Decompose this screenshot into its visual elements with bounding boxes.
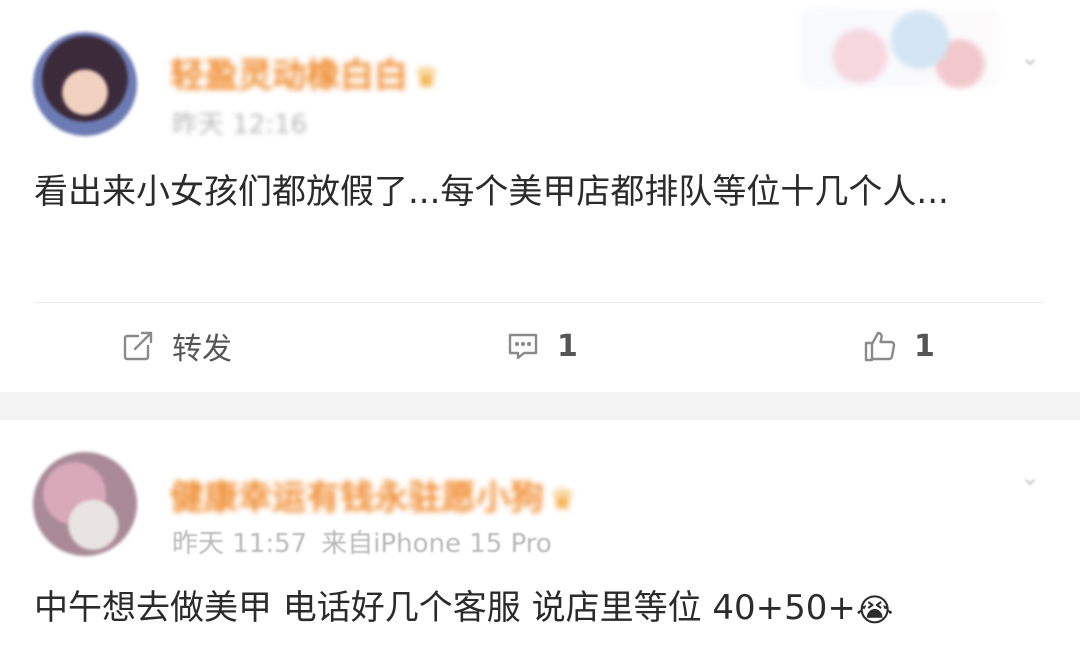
like-button[interactable]: 1	[862, 324, 935, 368]
avatar[interactable]	[33, 32, 137, 136]
username[interactable]: 轻盈灵动橡白白 ♛	[170, 48, 439, 97]
username-text[interactable]: 健康幸运有钱永驻愿小狗	[170, 478, 544, 518]
post-text: 看出来小女孩们都放假了...每个美甲店都排队等位十几个人...	[34, 172, 949, 212]
username-text[interactable]: 轻盈灵动橡白白	[170, 56, 408, 96]
comment-icon	[508, 333, 538, 360]
comment-button[interactable]: 1	[505, 324, 578, 368]
like-icon	[864, 331, 896, 362]
username[interactable]: 健康幸运有钱永驻愿小狗 ♛	[170, 470, 575, 519]
post-timestamp: 昨天 11:57	[172, 529, 308, 559]
crown-icon: ♛	[550, 483, 576, 516]
repost-button[interactable]: 转发	[120, 324, 232, 368]
crying-emoji-icon: 😭	[855, 591, 894, 629]
repost-icon	[123, 331, 153, 361]
post-text-body: 中午想去做美甲 电话好几个客服 说店里等位 40+50+	[34, 588, 856, 628]
avatar[interactable]	[33, 452, 137, 556]
chevron-down-icon[interactable]: ⌄	[1020, 45, 1042, 69]
decorative-card-badge	[800, 8, 1000, 88]
crown-icon: ♛	[414, 61, 440, 94]
chevron-down-icon[interactable]: ⌄	[1020, 465, 1042, 489]
like-count: 1	[914, 328, 935, 364]
post-meta: 昨天 11:57 来自iPhone 15 Pro	[172, 523, 552, 560]
comment-count: 1	[557, 328, 578, 364]
divider	[34, 302, 1044, 303]
post-source: 来自iPhone 15 Pro	[321, 529, 552, 559]
post-card: 轻盈灵动橡白白 ♛ 昨天 12:16 ⌄ 看出来小女孩们都放假了...每个美甲店都…	[0, 0, 1080, 392]
repost-label: 转发	[172, 332, 232, 367]
post-text: 中午想去做美甲 电话好几个客服 说店里等位 40+50+😭	[34, 578, 1044, 640]
post-timestamp: 昨天 12:16	[172, 110, 308, 140]
post-separator	[0, 392, 1080, 420]
